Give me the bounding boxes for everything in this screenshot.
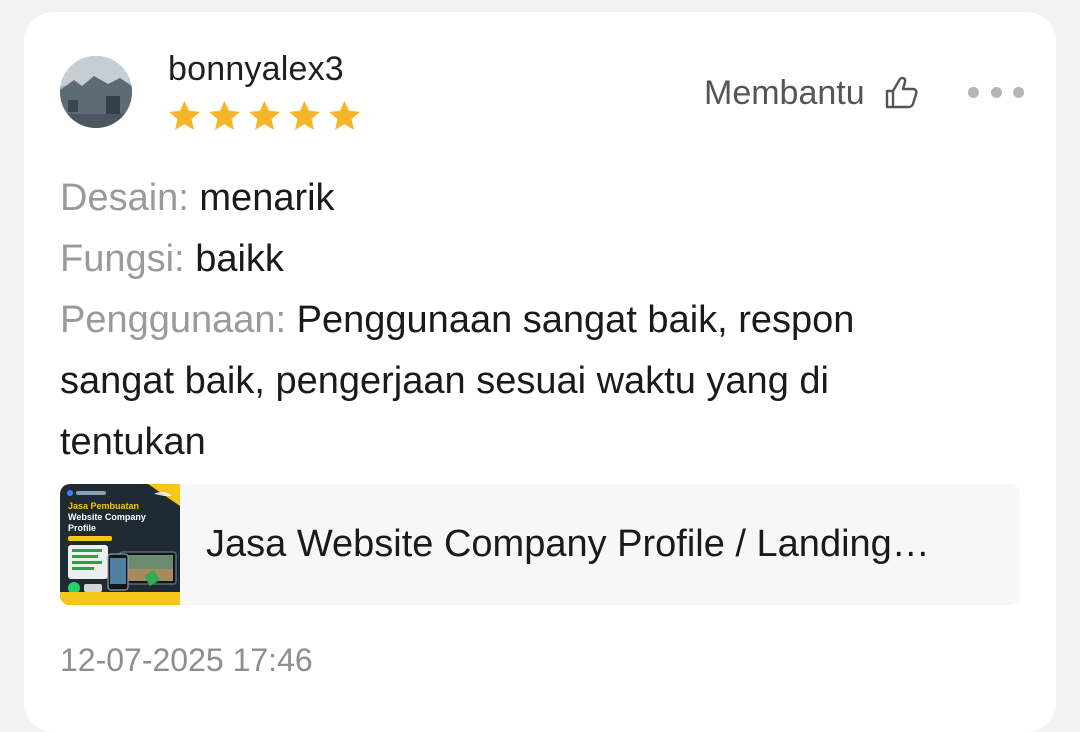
username[interactable]: bonnyalex3	[168, 50, 344, 89]
product-thumbnail: Jasa Pembuatan Website Company Profile	[60, 484, 180, 605]
user-avatar[interactable]	[60, 56, 132, 128]
product-title: Jasa Website Company Profile / Landing…	[206, 523, 930, 565]
star-icon	[249, 100, 280, 130]
attribute-key: Fungsi:	[60, 238, 185, 280]
star-icon	[289, 100, 320, 130]
thumbs-up-icon	[885, 76, 918, 109]
review-attributes: Desain: menarik Fungsi: baikk Penggunaan…	[60, 168, 960, 473]
thumbnail-line1: Jasa Pembuatan	[68, 501, 139, 511]
helpful-button[interactable]: Membantu	[704, 68, 921, 118]
attribute-design: Desain: menarik	[60, 168, 960, 229]
star-icon	[209, 100, 240, 130]
attribute-usage: Penggunaan: Penggunaan sangat baik, resp…	[60, 290, 960, 473]
more-dot	[1013, 86, 1024, 98]
attribute-key: Desain:	[60, 177, 189, 219]
thumbnail-line2: Website Company	[68, 512, 146, 522]
attribute-key: Penggunaan:	[60, 299, 287, 341]
star-icon	[169, 100, 200, 130]
more-dot	[968, 86, 979, 98]
product-link[interactable]: Jasa Pembuatan Website Company Profile J…	[60, 484, 1020, 605]
more-dot	[990, 86, 1002, 98]
attribute-value: baikk	[195, 238, 284, 280]
review-timestamp: 12-07-2025 17:46	[60, 642, 313, 678]
helpful-label: Membantu	[704, 73, 865, 112]
attribute-value: menarik	[199, 177, 335, 219]
star-icon	[329, 100, 360, 130]
thumbnail-line3: Profile	[68, 523, 96, 533]
review-card: bonnyalex3 Membantu Desain: menarik Fung…	[24, 12, 1056, 732]
star-rating	[166, 98, 363, 138]
more-options-button[interactable]	[968, 74, 1024, 110]
attribute-function: Fungsi: baikk	[60, 229, 960, 290]
avatar-image	[60, 56, 132, 128]
